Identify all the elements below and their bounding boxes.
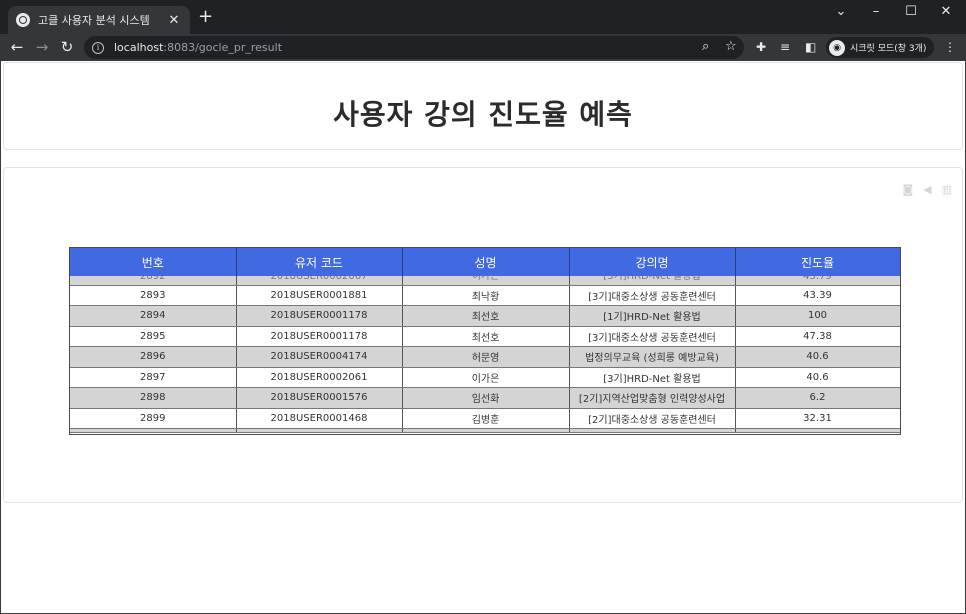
new-tab-button[interactable]: +	[198, 8, 213, 26]
cell-number: 2894	[70, 306, 236, 327]
side-panel-icon[interactable]: ◧	[805, 39, 816, 55]
cell-number: 2898	[70, 388, 236, 409]
cell-progress: 100	[735, 306, 900, 327]
cell-course: [3기]HRD-Net 활용법	[569, 276, 735, 285]
column-header-progress[interactable]: 진도율	[735, 248, 900, 276]
browser-tab[interactable]: 고클 사용자 분석 시스템 ✕	[8, 6, 190, 34]
cell-name: 허문영	[402, 347, 569, 368]
column-header-user-code[interactable]: 유저 코드	[236, 248, 402, 276]
forward-button[interactable]: →	[33, 38, 51, 56]
cell-course: [3기]대중소상생 공동훈련센터	[569, 326, 735, 347]
bookmark-star-icon[interactable]: ☆	[725, 39, 737, 54]
cell-course: [2기]지역산업맞춤형 인력양성사업	[569, 388, 735, 409]
cell-course: [3기]HRD-Net 활용법	[569, 367, 735, 388]
cell-name: 김병훈	[402, 408, 569, 429]
cell-user-code: 2018USER0002067	[236, 276, 402, 285]
cell-progress: 40.6	[735, 347, 900, 368]
cell-name: 최선호	[402, 326, 569, 347]
reading-list-icon[interactable]: ≡	[780, 39, 790, 55]
incognito-icon: ◉	[829, 40, 845, 56]
back-button[interactable]: ←	[8, 38, 26, 56]
cell-number: 2897	[70, 367, 236, 388]
cell-progress: 43.39	[735, 285, 900, 306]
incognito-indicator[interactable]: ◉ 시크릿 모드(창 3개)	[826, 37, 934, 58]
cell-user-code: 2018USER0001881	[236, 285, 402, 306]
bar-chart-icon[interactable]: ▥	[942, 184, 952, 196]
globe-icon	[16, 13, 30, 27]
table-row: 2894 2018USER0001178 최선호 [1기]HRD-Net 활용법…	[70, 306, 900, 327]
extensions-icon[interactable]: ✚	[756, 39, 766, 55]
cell-progress: 6.2	[735, 388, 900, 409]
reload-button[interactable]: ↻	[58, 38, 76, 56]
close-tab-icon[interactable]: ✕	[166, 13, 182, 28]
table-row: 2892 2018USER0002067 이가은 [3기]HRD-Net 활용법…	[70, 276, 900, 285]
cell-progress: 32.31	[735, 408, 900, 429]
browser-tab-bar: 고클 사용자 분석 시스템 ✕ + ⌄ – ☐ ✕	[0, 0, 966, 34]
table-row: 2897 2018USER0002061 이가은 [3기]HRD-Net 활용법…	[70, 367, 900, 388]
cell-number: 2899	[70, 408, 236, 429]
cell-user-code: 2018USER0001468	[236, 408, 402, 429]
url-host: localhost	[114, 41, 163, 54]
page-title: 사용자 강의 진도율 예측	[4, 93, 962, 133]
site-info-icon[interactable]: i	[92, 42, 104, 54]
cell-number: 2895	[70, 326, 236, 347]
cell-user-code: 2018USER0001178	[236, 326, 402, 347]
table-row: 2899 2018USER0001468 김병훈 [2기]대중소상생 공동훈련센…	[70, 408, 900, 429]
url-path: :8083/gocle_pr_result	[163, 41, 282, 54]
column-header-number[interactable]: 번호	[70, 248, 236, 276]
table-row: 2893 2018USER0001881 최낙황 [3기]대중소상생 공동훈련센…	[70, 285, 900, 306]
column-header-name[interactable]: 성명	[402, 248, 569, 276]
back-arrow-icon[interactable]: ◀	[923, 184, 931, 196]
cell-number: 2892	[70, 276, 236, 285]
cell-name: 최낙황	[402, 285, 569, 306]
cell-progress: 47.38	[735, 326, 900, 347]
cell-course: [1기]HRD-Net 활용법	[569, 306, 735, 327]
column-header-course[interactable]: 강의명	[569, 248, 735, 276]
cell-user-code: 2018USER0001576	[236, 388, 402, 409]
content-card: ◙ ◀ ▥ 번호 유저 코드 성명 강의명 진도율 2892	[3, 167, 963, 503]
cell-name: 임선화	[402, 388, 569, 409]
more-menu-icon[interactable]: ⋮	[944, 39, 956, 55]
cell-course: 법정의무교육 (성희롱 예방교육)	[569, 347, 735, 368]
cell-user-code: 2018USER0004174	[236, 347, 402, 368]
cell-course: [3기]대중소상생 공동훈련센터	[569, 285, 735, 306]
table-row: 2898 2018USER0001576 임선화 [2기]지역산업맞춤형 인력양…	[70, 388, 900, 409]
cell-course: [2기]대중소상생 공동훈련센터	[569, 408, 735, 429]
browser-toolbar: ← → ↻ i localhost:8083/gocle_pr_result ⌕…	[0, 34, 966, 61]
table-row: 2896 2018USER0004174 허문영 법정의무교육 (성희롱 예방교…	[70, 347, 900, 368]
tab-search-icon[interactable]: ⌄	[831, 4, 851, 19]
table-row: 2895 2018USER0001178 최선호 [3기]대중소상생 공동훈련센…	[70, 326, 900, 347]
cell-number: 2893	[70, 285, 236, 306]
minimize-button[interactable]: –	[866, 4, 886, 19]
cell-name: 최선호	[402, 306, 569, 327]
cell-progress: 43.79	[735, 276, 900, 285]
chart-toolbox: ◙ ◀ ▥	[902, 184, 952, 196]
cell-user-code: 2018USER0002061	[236, 367, 402, 388]
cell-user-code: 2018USER0001178	[236, 306, 402, 327]
incognito-label: 시크릿 모드(창 3개)	[850, 41, 926, 54]
cell-name: 이가은	[402, 367, 569, 388]
cell-progress: 40.6	[735, 367, 900, 388]
address-bar[interactable]: i localhost:8083/gocle_pr_result ⌕ ☆	[84, 36, 744, 59]
progress-table[interactable]: 번호 유저 코드 성명 강의명 진도율 2892 2018USER0002067…	[69, 247, 901, 435]
cell-name: 이가은	[402, 276, 569, 285]
camera-icon[interactable]: ◙	[902, 184, 913, 196]
header-card: 사용자 강의 진도율 예측	[3, 62, 963, 150]
page-viewport: 사용자 강의 진도율 예측 ◙ ◀ ▥ 번호 유저 코드 성명 강의명 진도율	[0, 61, 966, 614]
maximize-button[interactable]: ☐	[901, 4, 921, 19]
zoom-icon[interactable]: ⌕	[702, 39, 709, 54]
close-window-button[interactable]: ✕	[936, 4, 956, 19]
cell-number: 2896	[70, 347, 236, 368]
table-row	[70, 429, 900, 433]
table-header-row: 번호 유저 코드 성명 강의명 진도율	[70, 248, 900, 276]
tab-title: 고클 사용자 분석 시스템	[38, 12, 166, 28]
